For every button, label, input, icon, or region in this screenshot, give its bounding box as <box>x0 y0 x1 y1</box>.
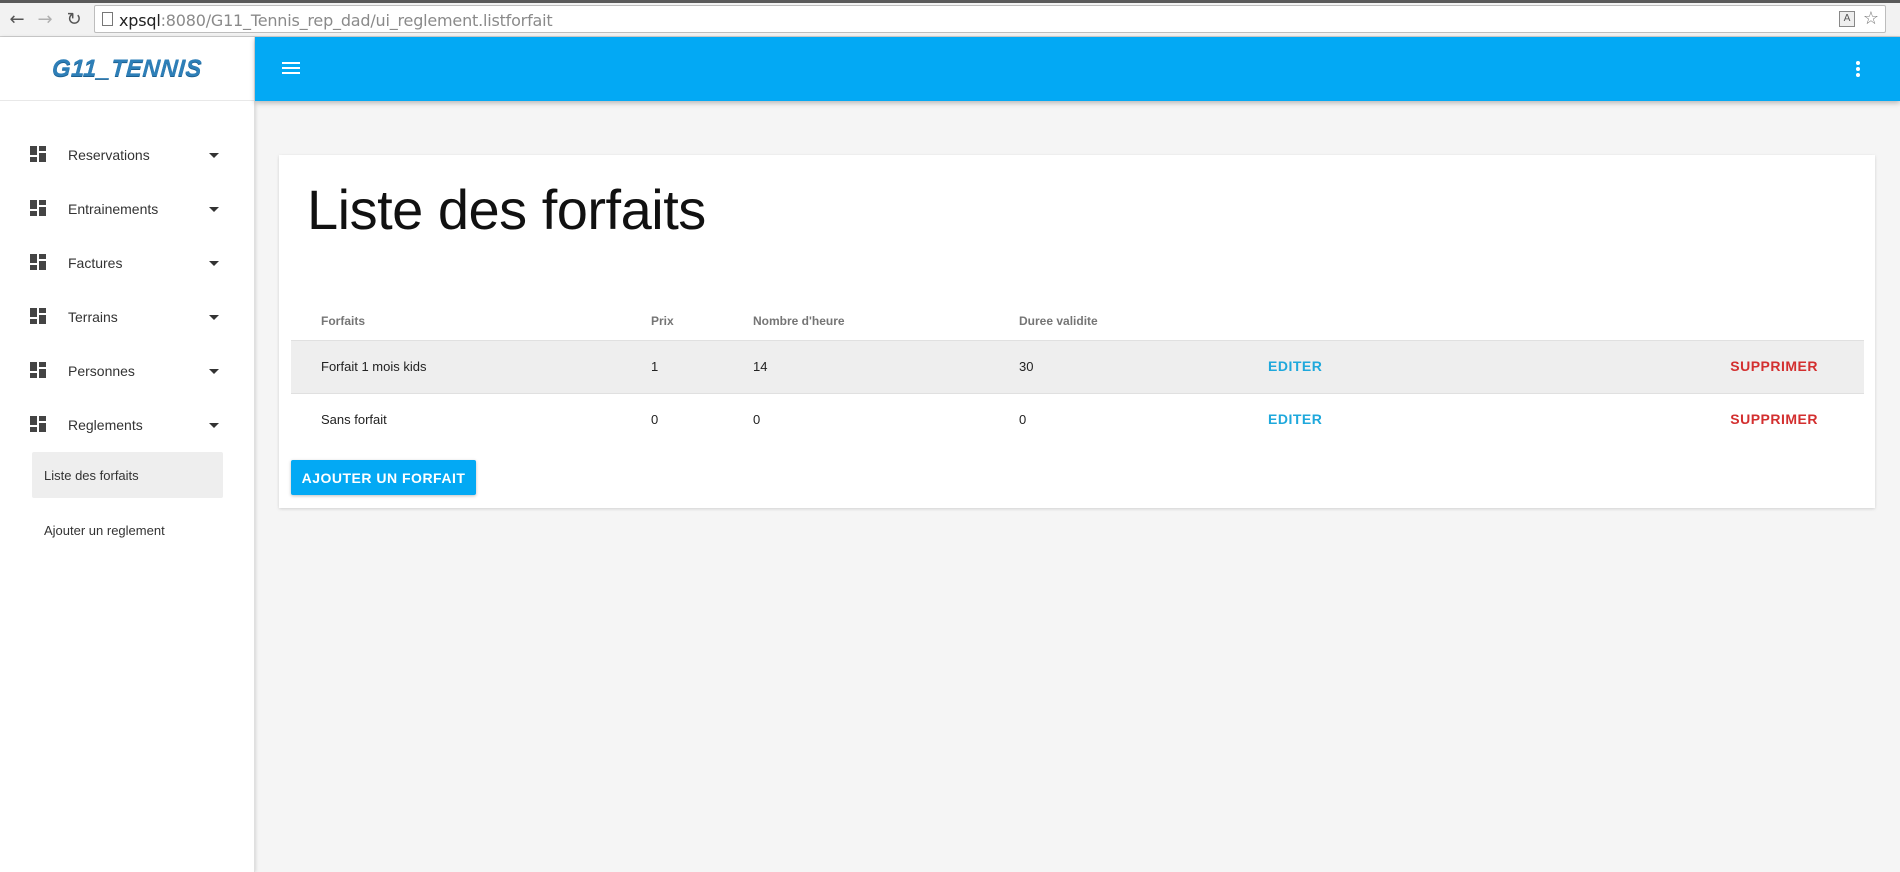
caret-down-icon <box>209 153 219 158</box>
reload-icon[interactable]: ↻ <box>63 8 85 30</box>
sidebar-item-factures[interactable]: Factures <box>0 236 254 290</box>
browser-toolbar: ← → ↻ xpsql:8080/G11_Tennis_rep_dad/ui_r… <box>0 0 1900 37</box>
add-forfait-button[interactable]: AJOUTER UN FORFAIT <box>291 460 476 495</box>
sidebar-item-label: Reservations <box>68 147 150 163</box>
dashboard-icon <box>30 146 46 162</box>
more-vert-icon[interactable] <box>1854 59 1862 79</box>
url-path: :8080/G11_Tennis_rep_dad/ui_reglement.li… <box>160 11 553 30</box>
sidebar-header: G11_TENNIS <box>0 37 254 101</box>
dashboard-icon <box>30 416 46 432</box>
sidebar-item-label: Personnes <box>68 363 135 379</box>
top-app-bar <box>255 37 1900 101</box>
sidebar-item-label: Reglements <box>68 417 143 433</box>
browser-top-strip <box>0 0 1900 3</box>
sidebar-item-personnes[interactable]: Personnes <box>0 344 254 398</box>
caret-down-icon <box>209 423 219 428</box>
caret-down-icon <box>209 315 219 320</box>
sidebar-item-label: Terrains <box>68 309 118 325</box>
table-row: Forfait 1 mois kids 1 14 30 EDITER SUPPR… <box>291 341 1864 394</box>
cell-prix: 0 <box>651 412 659 427</box>
cell-nombre-heure: 0 <box>753 412 761 427</box>
sidebar-item-label: Entrainements <box>68 201 159 217</box>
forward-arrow-icon[interactable]: → <box>34 8 56 30</box>
back-arrow-icon[interactable]: ← <box>6 8 28 30</box>
column-header-prix: Prix <box>651 314 674 328</box>
caret-down-icon <box>209 369 219 374</box>
app-logo[interactable]: G11_TENNIS <box>51 55 203 83</box>
column-header-duree-validite: Duree validite <box>1019 314 1098 328</box>
sidebar-subitem-liste-forfaits[interactable]: Liste des forfaits <box>32 452 223 498</box>
sidebar: G11_TENNIS Reservations Entrainements Fa… <box>0 37 255 872</box>
cell-forfait: Forfait 1 mois kids <box>321 359 427 374</box>
table-header: Forfaits Prix Nombre d'heure Duree valid… <box>291 289 1864 341</box>
edit-button[interactable]: EDITER <box>1268 411 1322 427</box>
cell-duree-validite: 0 <box>1019 412 1027 427</box>
edit-button[interactable]: EDITER <box>1268 358 1322 374</box>
translate-icon[interactable]: A <box>1839 11 1855 27</box>
content-card: Liste des forfaits Forfaits Prix Nombre … <box>279 155 1875 508</box>
forfaits-table: Forfaits Prix Nombre d'heure Duree valid… <box>291 289 1864 447</box>
table-row: Sans forfait 0 0 0 EDITER SUPPRIMER <box>291 394 1864 447</box>
dashboard-icon <box>30 308 46 324</box>
dashboard-icon <box>30 200 46 216</box>
cell-forfait: Sans forfait <box>321 412 387 427</box>
sidebar-subitem-ajouter-reglement[interactable]: Ajouter un reglement <box>32 507 223 553</box>
page-icon <box>102 12 113 26</box>
sidebar-nav: Reservations Entrainements Factures Terr… <box>0 128 254 553</box>
sidebar-item-entrainements[interactable]: Entrainements <box>0 182 254 236</box>
bookmark-star-icon[interactable]: ☆ <box>1863 8 1879 29</box>
hamburger-menu-icon[interactable] <box>282 61 302 77</box>
cell-duree-validite: 30 <box>1019 359 1034 374</box>
url-text[interactable]: xpsql:8080/G11_Tennis_rep_dad/ui_regleme… <box>119 11 553 30</box>
sidebar-item-reglements[interactable]: Reglements <box>0 398 254 452</box>
cell-prix: 1 <box>651 359 659 374</box>
cell-nombre-heure: 14 <box>753 359 768 374</box>
caret-down-icon <box>209 261 219 266</box>
column-header-nombre-heure: Nombre d'heure <box>753 314 845 328</box>
caret-down-icon <box>209 207 219 212</box>
delete-button[interactable]: SUPPRIMER <box>1730 358 1818 374</box>
sidebar-item-terrains[interactable]: Terrains <box>0 290 254 344</box>
delete-button[interactable]: SUPPRIMER <box>1730 411 1818 427</box>
page-title: Liste des forfaits <box>307 178 706 241</box>
sidebar-item-reservations[interactable]: Reservations <box>0 128 254 182</box>
dashboard-icon <box>30 362 46 378</box>
address-bar[interactable]: xpsql:8080/G11_Tennis_rep_dad/ui_regleme… <box>94 5 1886 33</box>
dashboard-icon <box>30 254 46 270</box>
column-header-forfaits: Forfaits <box>321 314 366 328</box>
sidebar-item-label: Factures <box>68 255 123 271</box>
url-host: xpsql <box>119 11 161 30</box>
